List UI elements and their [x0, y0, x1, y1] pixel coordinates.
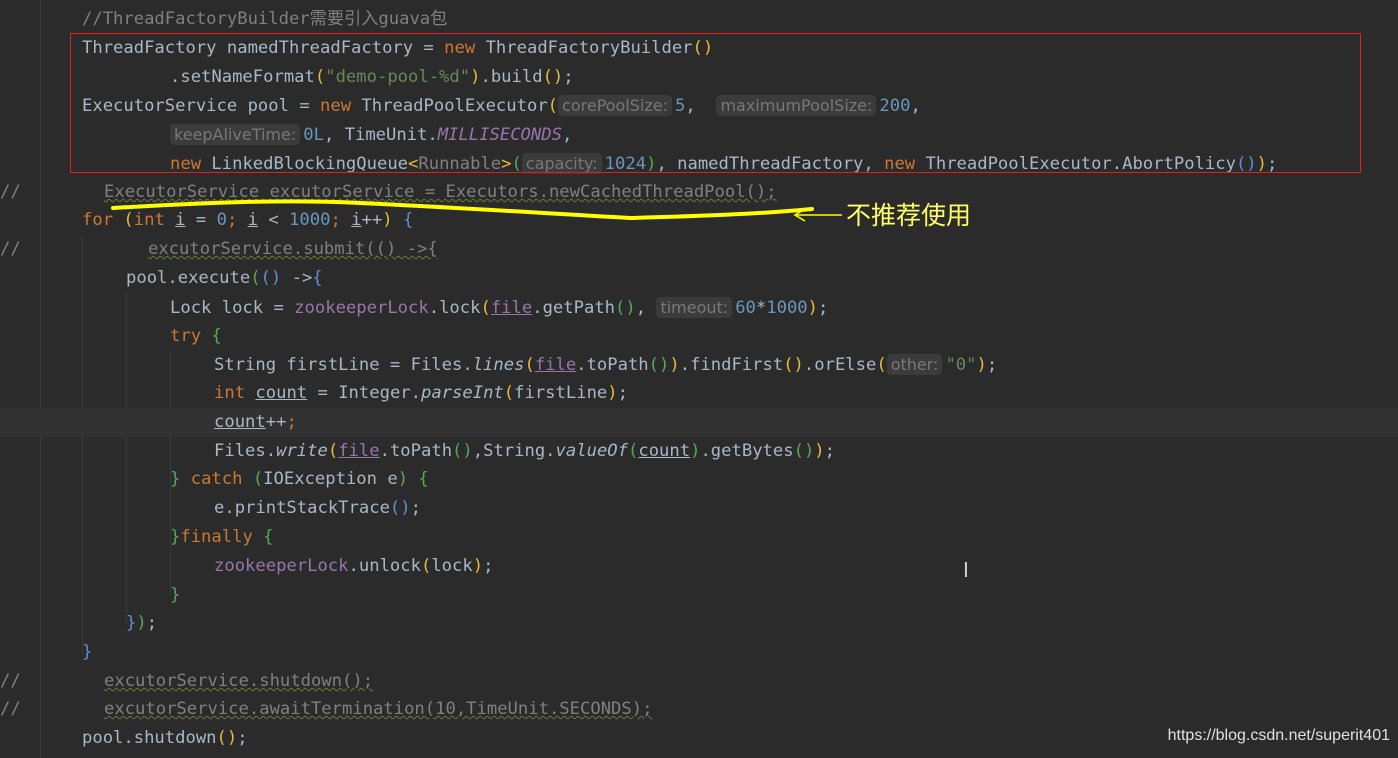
annotation-overlay — [0, 0, 1398, 758]
annotation-text: 不推荐使用 — [846, 196, 971, 232]
watermark: https://blog.csdn.net/superit401 — [1168, 727, 1390, 745]
freehand-underline — [113, 201, 812, 218]
text-cursor-icon: I — [963, 558, 969, 582]
